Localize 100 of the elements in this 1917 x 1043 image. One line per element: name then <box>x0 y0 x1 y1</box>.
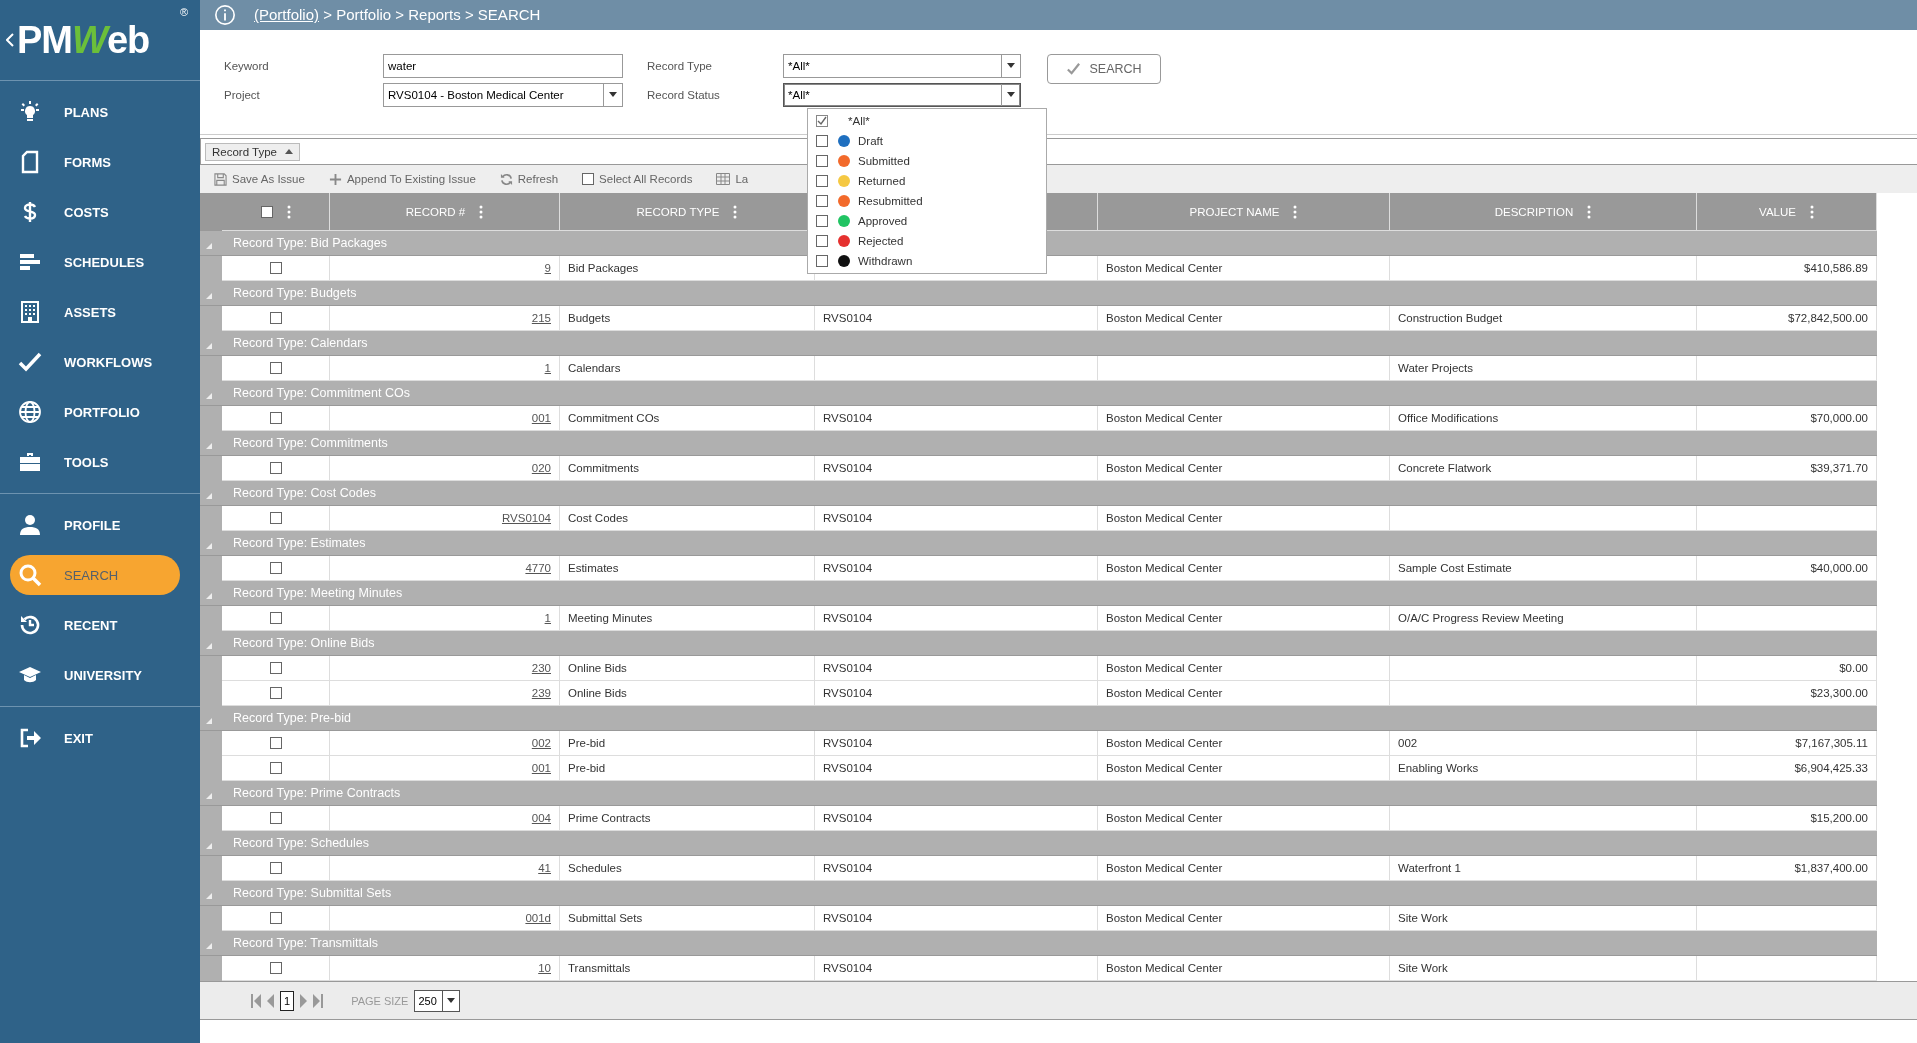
row-checkbox[interactable] <box>269 862 282 875</box>
select-all-checkbox[interactable]: Select All Records <box>582 173 693 186</box>
row-checkbox[interactable] <box>269 812 282 825</box>
row-checkbox[interactable] <box>269 737 282 750</box>
row-gutter <box>200 256 222 282</box>
record-link[interactable]: 239 <box>531 687 551 700</box>
nav-item[interactable]: COSTS <box>10 187 180 237</box>
save-as-issue-button[interactable]: Save As Issue <box>214 172 305 186</box>
table-cell: Pre-bid <box>560 731 815 757</box>
checkbox[interactable] <box>816 195 828 207</box>
search-icon <box>18 563 42 587</box>
row-checkbox[interactable] <box>269 512 282 525</box>
row-checkbox[interactable] <box>269 312 282 325</box>
nav-item[interactable]: WORKFLOWS <box>10 337 180 387</box>
row-checkbox[interactable] <box>269 762 282 775</box>
checkbox[interactable] <box>816 155 828 167</box>
layout-button[interactable]: La <box>716 173 749 186</box>
row-checkbox[interactable] <box>269 562 282 575</box>
record-link[interactable]: 9 <box>544 262 551 275</box>
row-checkbox[interactable] <box>269 687 282 700</box>
sort-ascending-icon <box>285 149 293 155</box>
search-button[interactable]: SEARCH <box>1047 53 1161 84</box>
record-link[interactable]: 4770 <box>525 562 551 575</box>
person-icon <box>18 513 42 537</box>
field-label: Record Status <box>647 88 721 101</box>
group-chip[interactable]: Record Type <box>205 142 300 161</box>
row-gutter <box>200 356 222 382</box>
info-icon[interactable] <box>214 3 236 26</box>
row-checkbox[interactable] <box>269 662 282 675</box>
row-gutter <box>200 306 222 332</box>
row-checkbox[interactable] <box>269 362 282 375</box>
header-checkbox[interactable] <box>260 205 273 218</box>
record-link[interactable]: 004 <box>531 812 551 825</box>
record-link[interactable]: 230 <box>531 662 551 675</box>
status-option[interactable]: Draft <box>808 131 1046 151</box>
record-link[interactable]: 020 <box>531 462 551 475</box>
checkbox[interactable] <box>816 115 828 127</box>
kebab-icon[interactable] <box>1293 204 1298 219</box>
table-cell: $7,167,305.11 <box>1697 731 1877 757</box>
record-link[interactable]: 10 <box>538 962 551 975</box>
status-option[interactable]: Resubmitted <box>808 191 1046 211</box>
page-size-select[interactable]: 250 <box>414 989 460 1012</box>
status-option[interactable]: Returned <box>808 171 1046 191</box>
nav-item[interactable]: EXIT <box>10 713 180 763</box>
page-number-field[interactable]: 1 <box>280 990 295 1011</box>
keyword-field[interactable]: water <box>383 53 623 78</box>
record-link[interactable]: 215 <box>531 312 551 325</box>
kebab-icon[interactable] <box>733 204 738 219</box>
append-button[interactable]: Append To Existing Issue <box>328 172 476 186</box>
record-link[interactable]: 41 <box>538 862 551 875</box>
record-link[interactable]: 001 <box>531 412 551 425</box>
nav-item[interactable]: RECENT <box>10 600 180 650</box>
kebab-icon[interactable] <box>479 204 484 219</box>
kebab-icon[interactable] <box>1809 204 1814 219</box>
building-icon <box>18 300 42 324</box>
logo: PMWeb <box>17 18 150 62</box>
page-size-label: PAGE SIZE <box>351 994 409 1007</box>
nav-item[interactable]: PROFILE <box>10 500 180 550</box>
row-checkbox[interactable] <box>269 612 282 625</box>
chevron-left-icon[interactable] <box>6 33 14 47</box>
refresh-button[interactable]: Refresh <box>499 172 559 186</box>
checkbox[interactable] <box>816 255 828 267</box>
status-option[interactable]: *All* <box>808 111 1046 131</box>
breadcrumb-link[interactable]: (Portfolio) <box>254 6 320 24</box>
caret-icon <box>609 92 617 98</box>
nav-item[interactable]: ASSETS <box>10 287 180 337</box>
row-gutter <box>200 806 222 832</box>
grid-icon <box>716 173 731 186</box>
record-status-select[interactable]: *All* <box>783 82 1021 107</box>
project-select[interactable]: RVS0104 - Boston Medical Center <box>383 82 623 107</box>
table-cell: Boston Medical Center <box>1098 656 1390 682</box>
row-checkbox[interactable] <box>269 912 282 925</box>
nav-item[interactable]: FORMS <box>10 137 180 187</box>
checkbox[interactable] <box>816 135 828 147</box>
nav-item[interactable]: TOOLS <box>10 437 180 487</box>
row-checkbox[interactable] <box>269 412 282 425</box>
table-cell: $0.00 <box>1697 656 1877 682</box>
status-option[interactable]: Rejected <box>808 231 1046 251</box>
kebab-icon[interactable] <box>286 204 291 219</box>
record-link[interactable]: 1 <box>544 612 551 625</box>
nav-item[interactable]: SCHEDULES <box>10 237 180 287</box>
row-gutter <box>200 956 222 982</box>
record-link[interactable]: 1 <box>544 362 551 375</box>
record-type-select[interactable]: *All* <box>783 53 1021 78</box>
row-checkbox[interactable] <box>269 962 282 975</box>
kebab-icon[interactable] <box>1587 204 1592 219</box>
status-option[interactable]: Submitted <box>808 151 1046 171</box>
nav-item[interactable]: PORTFOLIO <box>10 387 180 437</box>
checkbox[interactable] <box>816 215 828 227</box>
nav-item[interactable]: PLANS <box>10 87 180 137</box>
row-checkbox[interactable] <box>269 262 282 275</box>
record-link[interactable]: 001 <box>531 762 551 775</box>
status-option[interactable]: Approved <box>808 211 1046 231</box>
checkbox[interactable] <box>816 235 828 247</box>
record-link[interactable]: 002 <box>531 737 551 750</box>
checkbox[interactable] <box>816 175 828 187</box>
record-link[interactable]: 001d <box>525 912 551 925</box>
record-link[interactable]: RVS0104 <box>501 512 551 525</box>
nav-item[interactable]: UNIVERSITY <box>10 650 180 700</box>
row-checkbox[interactable] <box>269 462 282 475</box>
